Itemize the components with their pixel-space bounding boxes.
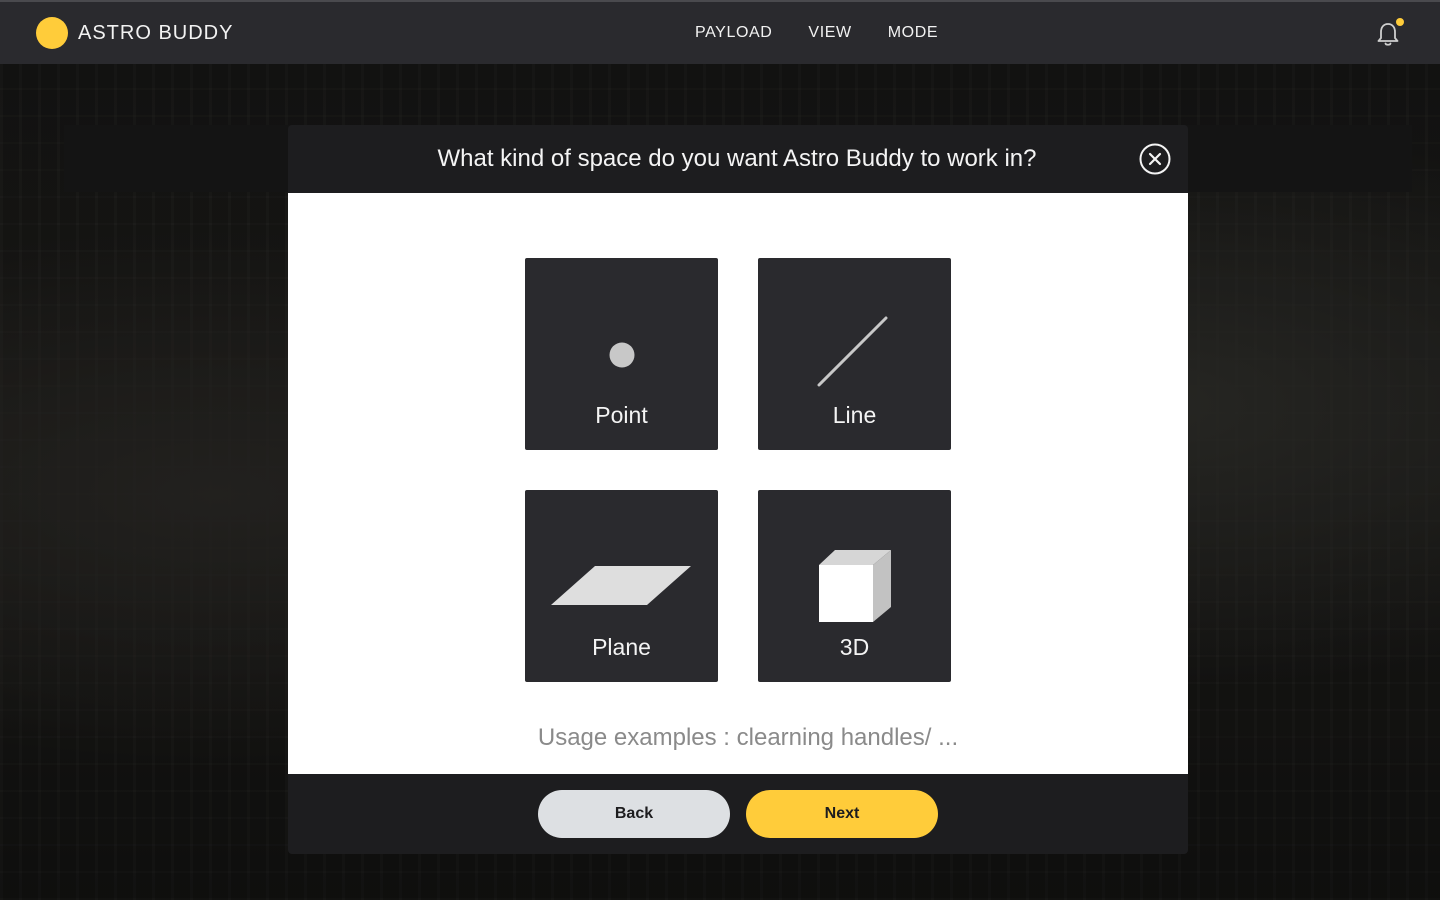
option-3d-label: 3D [839, 634, 870, 660]
dialog-footer: Back Next [288, 774, 1188, 854]
app-logo[interactable]: ASTRO BUDDY [36, 2, 233, 64]
option-plane-label: Plane [592, 634, 651, 660]
top-bar: ASTRO BUDDY PAYLOAD VIEW MODE [0, 0, 1440, 64]
main-nav: PAYLOAD VIEW MODE [695, 2, 938, 64]
option-3d[interactable]: 3D [758, 490, 951, 682]
option-point-label: Point [595, 402, 648, 428]
plane-icon [551, 566, 691, 605]
back-button[interactable]: Back [538, 790, 730, 838]
nav-mode[interactable]: MODE [888, 24, 938, 42]
option-line-label: Line [832, 402, 877, 428]
point-icon [609, 342, 635, 368]
usage-examples-text: Usage examples : clearning handles/ ... [537, 724, 959, 751]
nav-payload[interactable]: PAYLOAD [695, 24, 772, 42]
dialog-body: Point Line Plane 3D Usage examples : cle… [288, 193, 1188, 774]
option-line[interactable]: Line [758, 258, 951, 450]
next-button[interactable]: Next [746, 790, 938, 838]
logo-circle-icon [36, 17, 68, 49]
bell-icon[interactable] [1376, 18, 1404, 48]
cube-icon [819, 550, 891, 622]
nav-view[interactable]: VIEW [808, 24, 851, 42]
dialog-header: What kind of space do you want Astro Bud… [288, 125, 1188, 193]
close-icon[interactable] [1139, 143, 1171, 175]
notification-badge [1396, 18, 1404, 26]
app-name: ASTRO BUDDY [78, 21, 234, 44]
line-icon [817, 316, 888, 387]
option-point[interactable]: Point [525, 258, 718, 450]
space-type-dialog: What kind of space do you want Astro Bud… [288, 125, 1188, 854]
dialog-title: What kind of space do you want Astro Bud… [437, 145, 1037, 172]
option-plane[interactable]: Plane [525, 490, 718, 682]
